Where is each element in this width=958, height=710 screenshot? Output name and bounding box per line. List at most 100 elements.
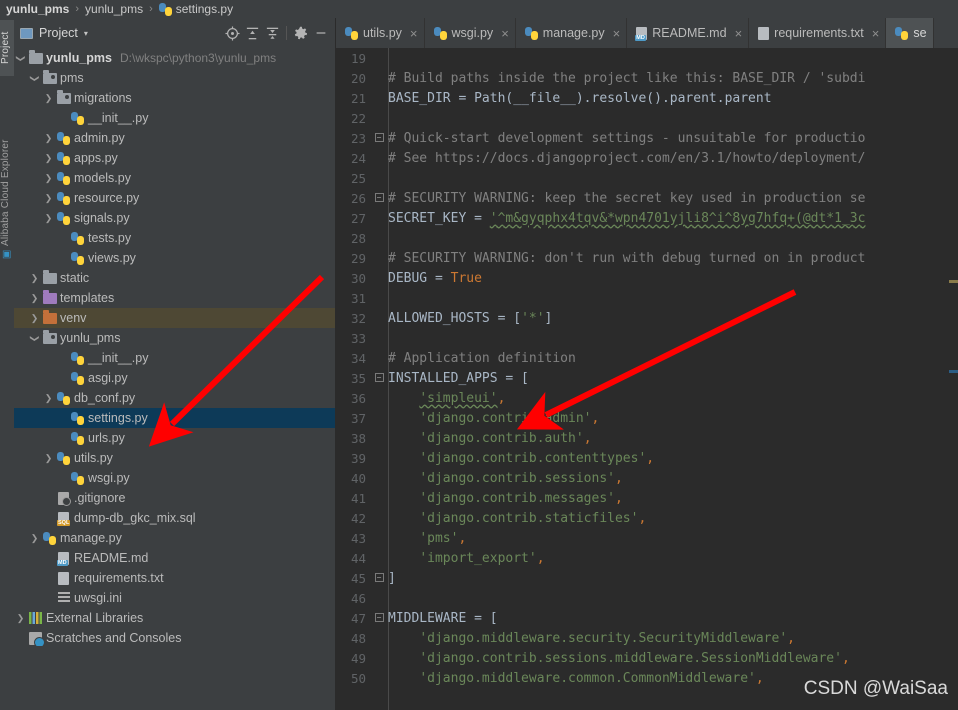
chevron-right-icon[interactable]: ❯ [56, 473, 69, 484]
breadcrumb-item-2[interactable]: settings.py [176, 2, 233, 16]
fold-toggle-icon[interactable]: − [372, 613, 386, 623]
line-number[interactable]: 40 [336, 471, 372, 486]
editor-tab-se[interactable]: se [886, 18, 934, 48]
line-number[interactable]: 39 [336, 451, 372, 466]
chevron-right-icon[interactable]: ❯ [42, 573, 55, 584]
chevron-right-icon[interactable]: ❯ [56, 353, 69, 364]
tree-item-wsgi-py[interactable]: ❯ wsgi.py [14, 468, 335, 488]
tree-item-resource-py[interactable]: ❯ resource.py [14, 188, 335, 208]
tree-item-uwsgi-ini[interactable]: ❯ uwsgi.ini [14, 588, 335, 608]
fold-toggle-icon[interactable]: − [372, 573, 386, 583]
line-number[interactable]: 34 [336, 351, 372, 366]
line-number[interactable]: 33 [336, 331, 372, 346]
breadcrumb-item-0[interactable]: yunlu_pms [6, 2, 69, 16]
tree-item-db-conf-py[interactable]: ❯ db_conf.py [14, 388, 335, 408]
tree-item-models-py[interactable]: ❯ models.py [14, 168, 335, 188]
line-number[interactable]: 26 [336, 191, 372, 206]
line-number[interactable]: 47 [336, 611, 372, 626]
line-number[interactable]: 32 [336, 311, 372, 326]
line-number[interactable]: 37 [336, 411, 372, 426]
chevron-right-icon[interactable]: ❯ [56, 433, 69, 444]
tree-item--init-py[interactable]: ❯ __init__.py [14, 348, 335, 368]
close-icon[interactable]: × [410, 27, 418, 40]
chevron-right-icon[interactable]: ❯ [28, 273, 41, 284]
chevron-right-icon[interactable]: ❯ [42, 513, 55, 524]
editor-tab-requirements-txt[interactable]: requirements.txt × [749, 18, 887, 48]
editor-tab-bar[interactable]: utils.py × wsgi.py × manage.py × MD README.md × r… [336, 18, 958, 48]
close-icon[interactable]: × [872, 27, 880, 40]
chevron-right-icon[interactable]: ❯ [42, 173, 55, 184]
chevron-right-icon[interactable]: ❯ [42, 93, 55, 104]
tree-item-dump-db-gkc-mix-sql[interactable]: ❯SQLdump-db_gkc_mix.sql [14, 508, 335, 528]
line-number[interactable]: 49 [336, 651, 372, 666]
chevron-right-icon[interactable]: ❯ [56, 113, 69, 124]
tree-item-admin-py[interactable]: ❯ admin.py [14, 128, 335, 148]
tree-item-asgi-py[interactable]: ❯ asgi.py [14, 368, 335, 388]
tree-item-settings-py[interactable]: ❯ settings.py [14, 408, 335, 428]
line-number[interactable]: 35 [336, 371, 372, 386]
tree-item-signals-py[interactable]: ❯ signals.py [14, 208, 335, 228]
chevron-right-icon[interactable]: ❯ [14, 633, 27, 644]
line-number[interactable]: 23 [336, 131, 372, 146]
chevron-down-icon[interactable]: ▾ [84, 29, 88, 38]
sidebar-tab-project[interactable]: Project [0, 20, 14, 76]
tree-item-urls-py[interactable]: ❯ urls.py [14, 428, 335, 448]
editor-tab-readme-md[interactable]: MD README.md × [627, 18, 750, 48]
settings-gear-icon[interactable] [291, 23, 311, 43]
tree-item-requirements-txt[interactable]: ❯ requirements.txt [14, 568, 335, 588]
line-number[interactable]: 46 [336, 591, 372, 606]
chevron-right-icon[interactable]: ❯ [56, 373, 69, 384]
chevron-right-icon[interactable]: ❯ [42, 453, 55, 464]
tree-item-readme-md[interactable]: ❯MD README.md [14, 548, 335, 568]
chevron-right-icon[interactable]: ❯ [42, 493, 55, 504]
project-tree[interactable]: ❯ yunlu_pms D:\wkspc\python3\yunlu_pms ❯ pms… [14, 48, 335, 646]
expand-all-icon[interactable] [242, 23, 262, 43]
close-icon[interactable]: × [613, 27, 621, 40]
line-number[interactable]: 36 [336, 391, 372, 406]
line-number[interactable]: 29 [336, 251, 372, 266]
editor-scrollbar[interactable] [949, 48, 958, 710]
tree-item-apps-py[interactable]: ❯ apps.py [14, 148, 335, 168]
chevron-right-icon[interactable]: ❯ [42, 553, 55, 564]
line-number[interactable]: 31 [336, 291, 372, 306]
line-number[interactable]: 41 [336, 491, 372, 506]
tree-item-static[interactable]: ❯ static [14, 268, 335, 288]
code-editor[interactable]: 19 20 # Build paths inside the project lik… [336, 48, 958, 710]
line-number[interactable]: 45 [336, 571, 372, 586]
chevron-right-icon[interactable]: ❯ [42, 593, 55, 604]
tree-item-tests-py[interactable]: ❯ tests.py [14, 228, 335, 248]
tree-item-external-libraries[interactable]: ❯ External Libraries [14, 608, 335, 628]
editor-tab-manage-py[interactable]: manage.py × [516, 18, 628, 48]
chevron-down-icon[interactable]: ❯ [29, 72, 40, 85]
tree-item-views-py[interactable]: ❯ views.py [14, 248, 335, 268]
line-number[interactable]: 19 [336, 51, 372, 66]
chevron-right-icon[interactable]: ❯ [56, 253, 69, 264]
chevron-right-icon[interactable]: ❯ [56, 233, 69, 244]
line-number[interactable]: 27 [336, 211, 372, 226]
chevron-right-icon[interactable]: ❯ [28, 313, 41, 324]
collapse-all-icon[interactable] [262, 23, 282, 43]
chevron-right-icon[interactable]: ❯ [42, 193, 55, 204]
tree-item-pms[interactable]: ❯ pms [14, 68, 335, 88]
chevron-right-icon[interactable]: ❯ [14, 613, 27, 624]
line-number[interactable]: 43 [336, 531, 372, 546]
sidebar-tab-alibaba-cloud-explorer[interactable]: Alibaba Cloud Explorer [0, 138, 14, 248]
line-number[interactable]: 24 [336, 151, 372, 166]
hide-panel-icon[interactable] [311, 23, 331, 43]
chevron-right-icon[interactable]: ❯ [28, 293, 41, 304]
fold-toggle-icon[interactable]: − [372, 193, 386, 203]
line-number[interactable]: 21 [336, 91, 372, 106]
chevron-right-icon[interactable]: ❯ [56, 413, 69, 424]
locate-icon[interactable] [222, 23, 242, 43]
tree-item-venv[interactable]: ❯ venv [14, 308, 335, 328]
close-icon[interactable]: × [735, 27, 743, 40]
tree-item-yunlu-pms[interactable]: ❯ yunlu_pms [14, 328, 335, 348]
line-number[interactable]: 50 [336, 671, 372, 686]
fold-toggle-icon[interactable]: − [372, 373, 386, 383]
chevron-down-icon[interactable]: ❯ [29, 332, 40, 345]
line-number[interactable]: 44 [336, 551, 372, 566]
breadcrumb-item-1[interactable]: yunlu_pms [85, 2, 143, 16]
editor-tab-utils-py[interactable]: utils.py × [336, 18, 425, 48]
line-number[interactable]: 28 [336, 231, 372, 246]
tree-item--gitignore[interactable]: ❯ .gitignore [14, 488, 335, 508]
